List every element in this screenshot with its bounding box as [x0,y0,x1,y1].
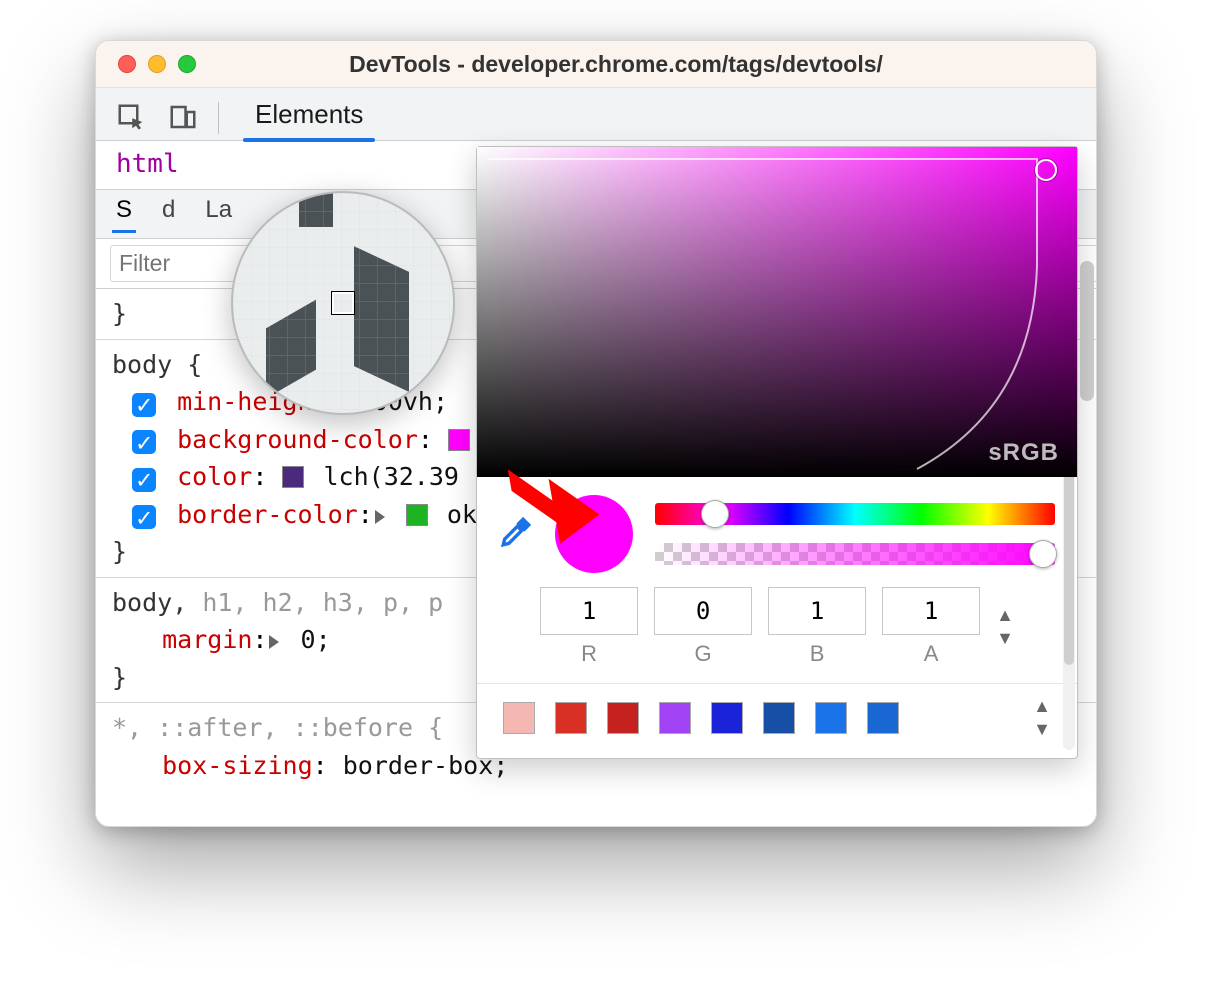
color-swatch-icon[interactable] [406,504,428,526]
value[interactable]: 0; [301,625,331,654]
palette-swatch[interactable] [503,702,535,734]
subtab-styles[interactable]: S [116,196,132,232]
channel-g-input[interactable] [654,587,752,635]
channel-r-input[interactable] [540,587,638,635]
toolbar-divider [218,102,219,134]
spectrum-canvas[interactable]: sRGB [477,147,1077,477]
loupe-target-icon [332,292,354,314]
device-toolbar-icon[interactable] [166,100,200,134]
palette-row: ▲ ▼ [477,683,1077,758]
slider-thumb[interactable] [1029,540,1057,568]
prop[interactable]: margin [162,625,252,654]
channel-a-input[interactable] [882,587,980,635]
minimize-window-icon[interactable] [148,55,166,73]
channel-label: G [695,641,712,667]
alpha-slider[interactable] [655,543,1055,565]
value[interactable]: lch(32.39 [324,462,459,491]
devtools-window: DevTools - developer.chrome.com/tags/dev… [95,40,1097,827]
checkbox-icon[interactable]: ✓ [132,468,156,492]
prop[interactable]: color [177,462,252,491]
palette-swatch[interactable] [815,702,847,734]
format-switcher[interactable]: ▲ ▼ [996,605,1014,649]
subtab-layout[interactable]: La [205,196,232,232]
inspect-element-icon[interactable] [114,100,148,134]
prop[interactable]: box-sizing [162,751,313,780]
expand-icon[interactable] [375,510,385,524]
checkbox-icon[interactable]: ✓ [132,430,156,454]
prop[interactable]: background-color [177,425,418,454]
chevron-up-icon[interactable]: ▲ [1033,696,1051,717]
color-swatch-icon[interactable] [282,466,304,488]
gamut-label: sRGB [988,439,1059,467]
spectrum-cursor[interactable] [1035,159,1057,181]
checkbox-icon[interactable]: ✓ [132,505,156,529]
channel-b-input[interactable] [768,587,866,635]
palette-swatch[interactable] [607,702,639,734]
channel-label: A [924,641,939,667]
subtab-computed[interactable]: d [162,196,175,232]
window-title: DevTools - developer.chrome.com/tags/dev… [96,51,1096,78]
channel-label: B [810,641,825,667]
palette-switcher[interactable]: ▲ ▼ [1033,696,1051,740]
expand-icon[interactable] [269,635,279,649]
palette-swatch[interactable] [711,702,743,734]
prop[interactable]: border-color [177,500,358,529]
zoom-window-icon[interactable] [178,55,196,73]
eyedropper-loupe [231,191,455,415]
titlebar: DevTools - developer.chrome.com/tags/dev… [96,41,1096,88]
color-swatch-icon[interactable] [448,429,470,451]
chevron-down-icon[interactable]: ▼ [1033,719,1051,740]
breadcrumb-item[interactable]: html [116,149,179,179]
close-window-icon[interactable] [118,55,136,73]
devtools-toolbar: Elements [96,88,1096,141]
gamut-line-icon [477,147,1077,477]
channel-label: R [581,641,597,667]
chevron-up-icon[interactable]: ▲ [996,605,1014,626]
scrollbar[interactable] [1080,261,1094,401]
palette-swatch[interactable] [659,702,691,734]
palette-swatch[interactable] [867,702,899,734]
window-controls [118,55,196,73]
hue-slider[interactable] [655,503,1055,525]
chevron-down-icon[interactable]: ▼ [996,628,1014,649]
checkbox-icon[interactable]: ✓ [132,393,156,417]
channel-inputs: R G B A ▲ ▼ [477,577,1077,683]
palette-swatch[interactable] [555,702,587,734]
tab-elements[interactable]: Elements [237,99,381,140]
palette-swatch[interactable] [763,702,795,734]
annotation-arrow-icon [491,441,601,556]
slider-thumb[interactable] [701,500,729,528]
